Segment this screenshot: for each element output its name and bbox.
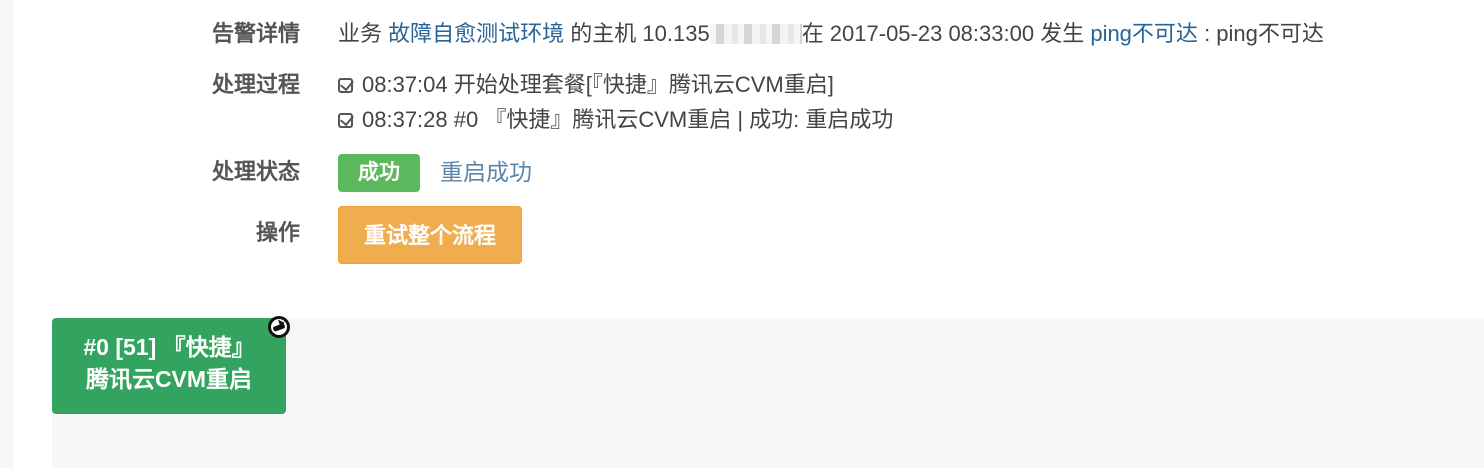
flow-node[interactable]: #0 [51] 『快捷』 腾讯云CVM重启	[52, 318, 286, 414]
process-step: 08:37:04 开始处理套餐[『快捷』腾讯云CVM重启]	[338, 70, 834, 100]
status-text: 重启成功	[440, 159, 532, 185]
check-square-icon	[338, 78, 353, 93]
alert-time-text: 在 2017-05-23 08:33:00 发生	[801, 21, 1085, 46]
process-label: 处理过程	[211, 72, 300, 97]
refresh-icon[interactable]	[268, 316, 290, 338]
alert-detail-panel: 告警详情 业务 故障自愈测试环境 的主机 10.135 在 2017-05-23 …	[0, 0, 1484, 310]
flow-node-title: #0 [51] 『快捷』	[83, 334, 255, 360]
check-square-icon	[338, 113, 353, 128]
alert-detail-value: 业务 故障自愈测试环境 的主机 10.135 在 2017-05-23 08:33…	[338, 19, 1324, 49]
host-text: 的主机 10.135	[570, 21, 710, 46]
status-badge: 成功	[338, 154, 420, 192]
retry-flow-button[interactable]: 重试整个流程	[338, 206, 522, 264]
status-label: 处理状态	[211, 159, 300, 184]
process-step: 08:37:28 #0 『快捷』腾讯云CVM重启 | 成功: 重启成功	[338, 105, 893, 135]
process-step-text: 08:37:04 开始处理套餐[『快捷』腾讯云CVM重启]	[362, 72, 834, 97]
flow-node-subtitle: 腾讯云CVM重启	[85, 366, 253, 392]
alert-detail-label: 告警详情	[211, 21, 300, 46]
alarm-type-link[interactable]: ping不可达	[1090, 21, 1198, 46]
action-label: 操作	[255, 220, 300, 245]
process-step-text: 08:37:28 #0 『快捷』腾讯云CVM重启 | 成功: 重启成功	[362, 107, 894, 132]
business-link[interactable]: 故障自愈测试环境	[388, 21, 564, 46]
alarm-suffix: : ping不可达	[1204, 21, 1324, 46]
alert-prefix: 业务	[338, 21, 383, 46]
redacted-ip	[709, 24, 802, 44]
